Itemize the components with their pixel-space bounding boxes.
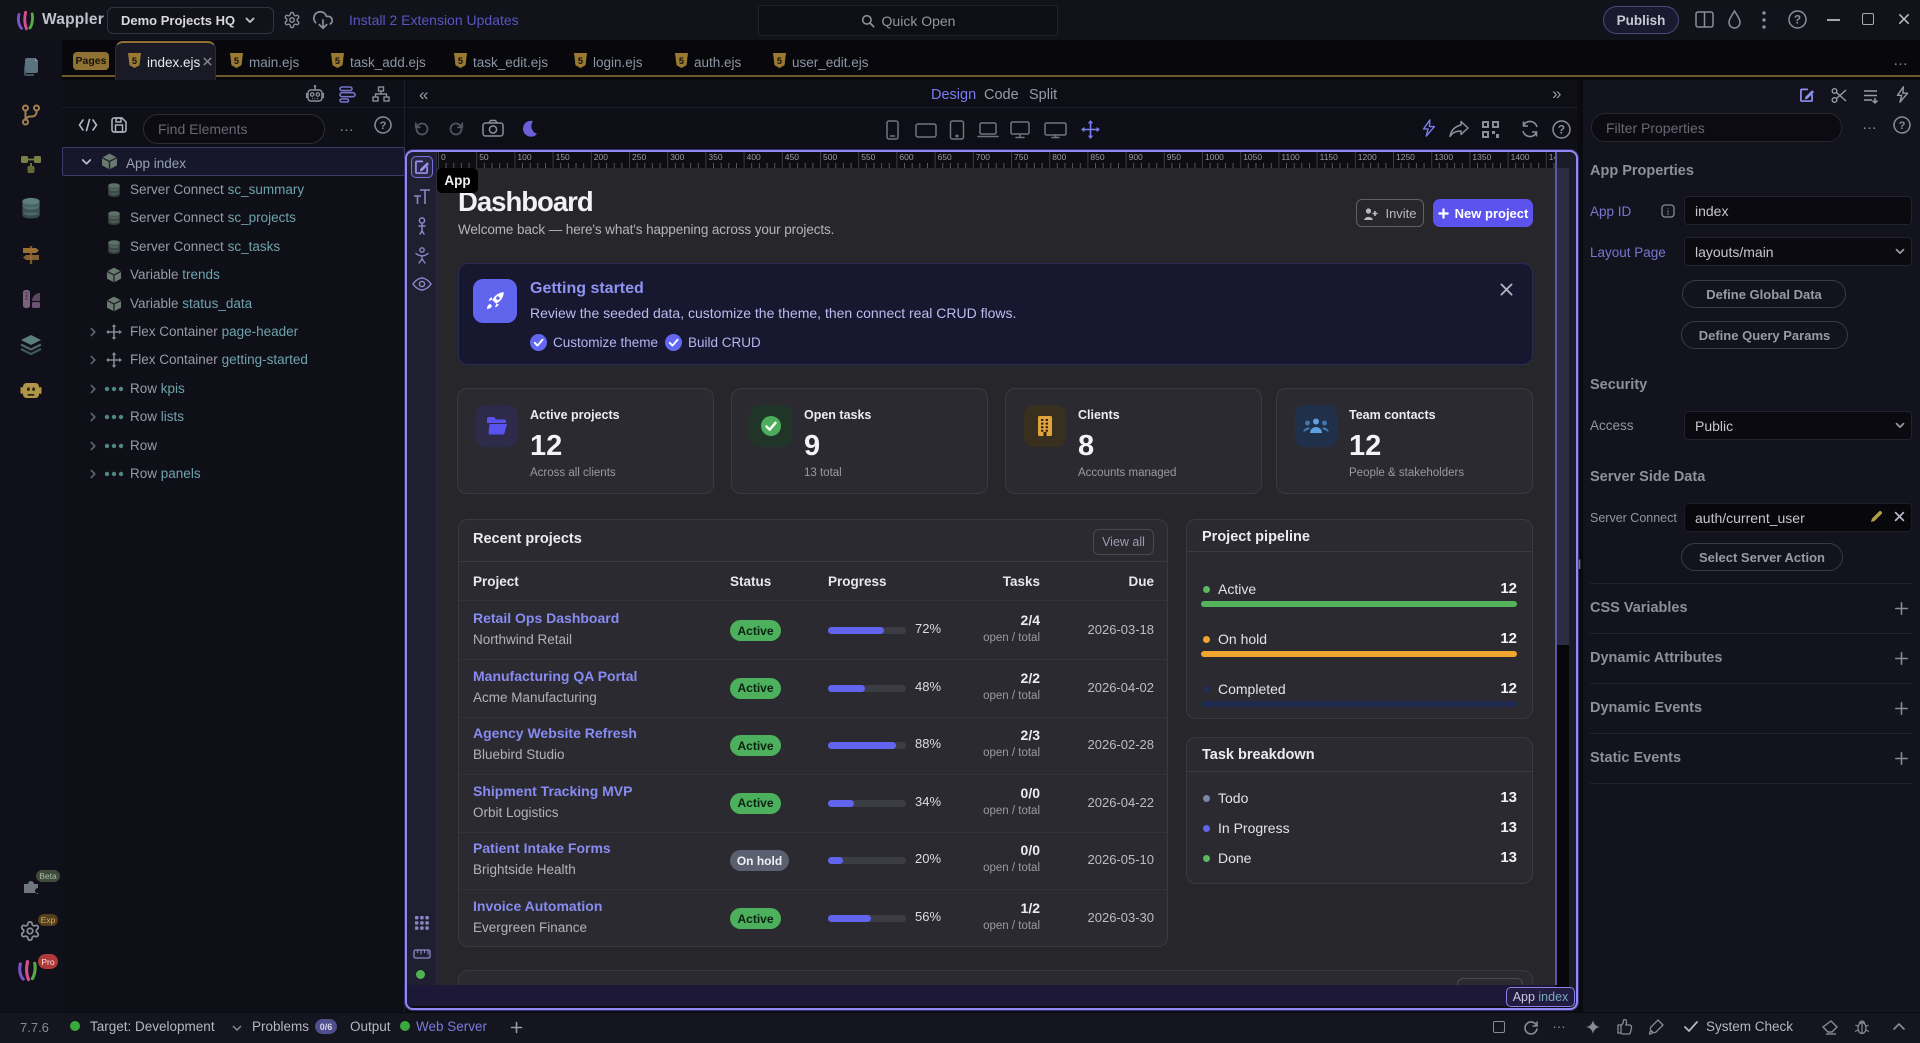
svg-text:?: ? [1794,14,1801,27]
svg-text:0: 0 [441,152,446,162]
svg-text:700: 700 [976,152,990,162]
svg-text:1400: 1400 [1511,152,1530,162]
svg-text:600: 600 [899,152,913,162]
svg-text:?: ? [1899,120,1906,132]
svg-text:5: 5 [679,56,684,66]
svg-text:950: 950 [1167,152,1181,162]
svg-text:800: 800 [1052,152,1066,162]
svg-text:1200: 1200 [1358,152,1377,162]
svg-text:50: 50 [479,152,489,162]
svg-text:1150: 1150 [1320,152,1339,162]
svg-text:1100: 1100 [1281,152,1300,162]
svg-text:1350: 1350 [1472,152,1491,162]
svg-text:350: 350 [708,152,722,162]
svg-text:300: 300 [670,152,684,162]
svg-text:1050: 1050 [1243,152,1262,162]
svg-text:150: 150 [556,152,570,162]
svg-text:1300: 1300 [1434,152,1453,162]
svg-text:1250: 1250 [1396,152,1415,162]
svg-text:450: 450 [785,152,799,162]
svg-text:?: ? [380,120,387,132]
svg-text:750: 750 [1014,152,1028,162]
svg-text:250: 250 [632,152,646,162]
svg-text:5: 5 [458,56,463,66]
svg-text:100: 100 [517,152,531,162]
svg-text:900: 900 [1129,152,1143,162]
svg-text:5: 5 [777,56,782,66]
svg-text:850: 850 [1090,152,1104,162]
svg-text:i: i [1667,207,1670,217]
svg-text:550: 550 [861,152,875,162]
svg-text:650: 650 [938,152,952,162]
svg-text:500: 500 [823,152,837,162]
svg-text:5: 5 [335,56,340,66]
svg-text:5: 5 [234,56,239,66]
svg-text:400: 400 [747,152,761,162]
svg-text:200: 200 [594,152,608,162]
svg-text:5: 5 [578,56,583,66]
svg-text:1000: 1000 [1205,152,1224,162]
svg-text:?: ? [1558,124,1565,137]
svg-text:5: 5 [132,56,137,66]
